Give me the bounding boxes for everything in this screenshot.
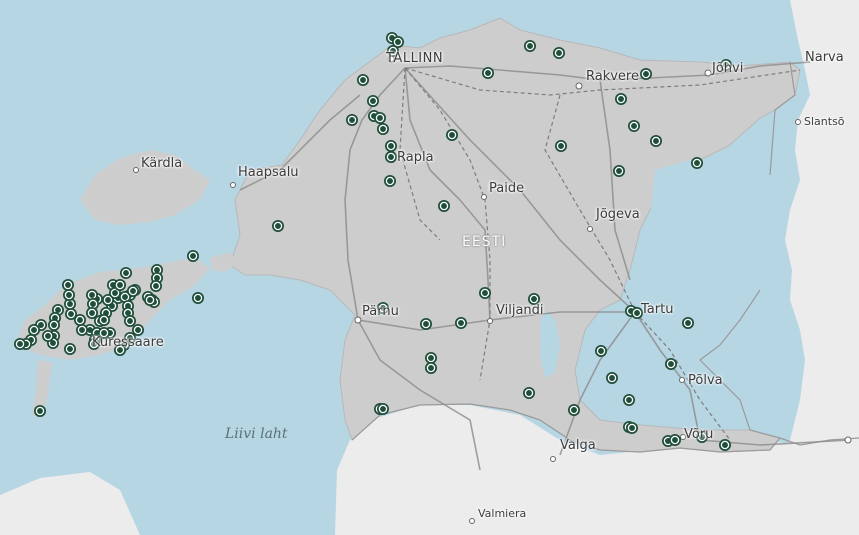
location-marker-center [155, 268, 159, 272]
label-kardla: Kärdla [141, 156, 183, 171]
location-marker-center [483, 291, 487, 295]
location-marker-center [459, 321, 463, 325]
location-marker-center [557, 51, 561, 55]
location-marker-center [378, 116, 382, 120]
label-rakvere: Rakvere [586, 69, 639, 84]
location-marker-center [654, 139, 658, 143]
location-marker-center [442, 204, 446, 208]
location-marker-center [102, 318, 106, 322]
label-liivi-laht: Liivi laht [225, 426, 288, 442]
label-tartu: Tartu [641, 302, 674, 317]
location-marker-center [69, 312, 73, 316]
location-marker-center [559, 144, 563, 148]
location-marker-center [669, 362, 673, 366]
location-marker-center [389, 155, 393, 159]
location-marker-center [196, 296, 200, 300]
location-marker-center [617, 169, 621, 173]
location-marker-center [106, 298, 110, 302]
location-marker-center [532, 297, 536, 301]
location-marker-center [572, 408, 576, 412]
label-polva: Põlva [688, 373, 723, 388]
location-marker-center [155, 276, 159, 280]
label-haapsalu: Haapsalu [238, 165, 299, 180]
label-viljandi: Viljandi [496, 303, 544, 318]
location-marker-center [191, 254, 195, 258]
location-marker-center [80, 328, 84, 332]
location-marker-center [610, 376, 614, 380]
location-marker-center [52, 323, 56, 327]
location-marker-center [619, 97, 623, 101]
location-marker-center [450, 133, 454, 137]
label-valga: Valga [560, 438, 596, 453]
label-voru: Võru [684, 427, 714, 442]
location-marker-center [18, 342, 22, 346]
location-marker-center [429, 366, 433, 370]
location-marker-center [78, 318, 82, 322]
location-marker-center [46, 334, 50, 338]
location-marker-center [381, 407, 385, 411]
location-marker-center [396, 40, 400, 44]
location-marker-center [695, 161, 699, 165]
location-marker-center [88, 328, 92, 332]
label-johvi: Jõhvi [712, 61, 744, 76]
map-view[interactable]: TALLINN Narva Rakvere Jõhvi Slantsõ Kärd… [0, 0, 859, 535]
label-parnu: Pärnu [362, 304, 399, 319]
location-marker-center [627, 398, 631, 402]
location-marker-center [39, 323, 43, 327]
location-marker-center [148, 298, 152, 302]
location-marker-center [276, 224, 280, 228]
location-marker-center [630, 426, 634, 430]
location-marker-center [68, 347, 72, 351]
location-marker-center [632, 124, 636, 128]
location-marker-center [599, 349, 603, 353]
location-marker-center [90, 311, 94, 315]
location-marker-center [128, 319, 132, 323]
location-marker-center [91, 302, 95, 306]
location-marker-center [32, 328, 36, 332]
location-marker-center [388, 179, 392, 183]
label-jogeva: Jõgeva [596, 207, 640, 222]
location-marker-center [131, 289, 135, 293]
location-marker-center [126, 311, 130, 315]
location-marker-center [38, 409, 42, 413]
location-marker-center [118, 283, 122, 287]
location-marker-center [424, 322, 428, 326]
location-marker-center [56, 308, 60, 312]
location-marker-center [528, 44, 532, 48]
label-paide: Paide [489, 181, 525, 196]
location-marker-center [66, 283, 70, 287]
label-kuressaare: Kuressaare [92, 335, 164, 350]
location-marker-center [673, 438, 677, 442]
location-marker-center [389, 144, 393, 148]
location-marker-center [124, 271, 128, 275]
location-marker-center [361, 78, 365, 82]
label-rapla: Rapla [397, 150, 434, 165]
label-valmiera: Valmiera [478, 507, 527, 520]
map-canvas[interactable] [0, 0, 859, 535]
location-marker-center [486, 71, 490, 75]
location-marker-center [371, 99, 375, 103]
location-marker-center [123, 295, 127, 299]
location-marker-center [527, 391, 531, 395]
location-marker-center [429, 356, 433, 360]
location-marker-center [154, 284, 158, 288]
location-marker-center [686, 321, 690, 325]
location-marker-center [723, 443, 727, 447]
location-marker-center [644, 72, 648, 76]
location-marker-center [67, 293, 71, 297]
location-marker-center [136, 328, 140, 332]
label-narva: Narva [805, 50, 844, 65]
label-eesti: EESTI [462, 234, 507, 250]
location-marker-center [635, 311, 639, 315]
label-slantso: Slantsõ [804, 115, 845, 128]
location-marker-center [350, 118, 354, 122]
label-tallinn: TALLINN [386, 51, 444, 66]
location-marker-center [381, 127, 385, 131]
location-marker-center [90, 293, 94, 297]
location-marker-center [51, 341, 55, 345]
location-marker-center [113, 291, 117, 295]
location-marker-center [68, 302, 72, 306]
